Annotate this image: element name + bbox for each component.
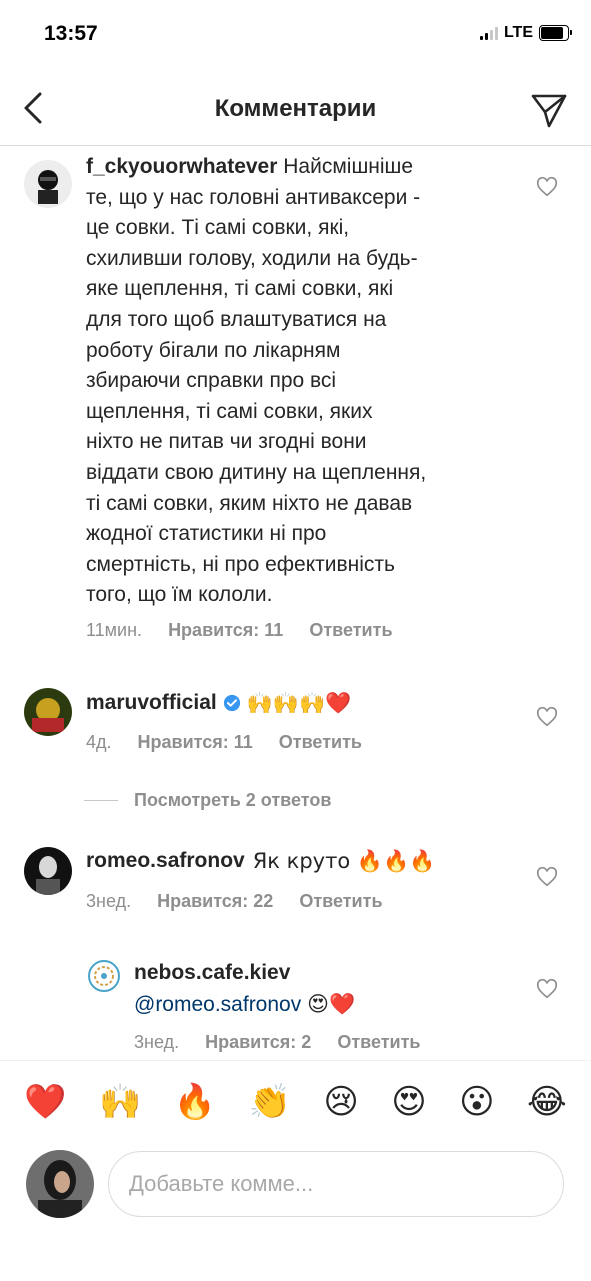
avatar-image: [86, 958, 122, 994]
comment-time: 11мин.: [86, 620, 143, 640]
avatar-image: [24, 688, 72, 736]
battery-icon: [539, 25, 572, 41]
comment-body-line: збираючи справки про всі: [86, 369, 337, 393]
mention-link[interactable]: @romeo.safronov: [134, 993, 301, 1016]
comment-text: maruvofficial 🙌🙌🙌❤️: [86, 688, 516, 719]
view-replies-line: [84, 800, 118, 801]
avatar[interactable]: [24, 688, 72, 736]
like-button[interactable]: [536, 866, 558, 888]
comment-meta: 3нед. Нравится: 22 Ответить: [86, 891, 383, 912]
comment-time: 3нед.: [134, 1032, 180, 1052]
avatar[interactable]: [86, 958, 122, 994]
comment-body-line: смертність, ні про ефективність: [86, 552, 395, 576]
comment-body-line: того, що їм кололи.: [86, 583, 273, 607]
avatar[interactable]: [24, 160, 72, 208]
comment-input-wrapper: [108, 1151, 564, 1217]
emoji-button[interactable]: 😮: [459, 1078, 494, 1126]
my-avatar[interactable]: [26, 1150, 94, 1218]
status-time: 13:57: [44, 22, 98, 45]
comment-body-line: роботу бігали по лікарням: [86, 338, 341, 362]
comment-body-line: те, що у нас головні антиваксери -: [86, 185, 421, 209]
status-indicators: LTE: [479, 24, 572, 42]
emoji-button[interactable]: 😂: [527, 1078, 567, 1126]
like-button[interactable]: [536, 706, 558, 728]
quick-emoji-row: ❤️ 🙌 🔥 👏 😢 😍 😮 😂: [0, 1078, 591, 1126]
comment-body: 🙌🙌🙌❤️: [246, 691, 352, 715]
signal-icon: [479, 26, 498, 40]
heart-icon: [536, 706, 558, 727]
emoji-button[interactable]: 🔥: [174, 1078, 216, 1126]
comment-body-line: це совки. Ті самі совки, які,: [86, 216, 350, 240]
comment-body-line: яке щеплення, ті самі совки, які: [86, 277, 394, 301]
emoji-button[interactable]: 😢: [323, 1078, 358, 1126]
verified-badge-icon: [223, 695, 240, 712]
emoji-button[interactable]: 😍: [391, 1078, 426, 1126]
reply-button[interactable]: Ответить: [337, 1032, 420, 1053]
comment-body-line: для того щоб влаштуватися на: [86, 307, 387, 331]
page-title: Комментарии: [214, 95, 377, 122]
comment-likes[interactable]: Нравится: 11: [138, 732, 253, 753]
avatar-image: [24, 160, 72, 208]
comment-text: f_ckyouorwhatever Найсмішніше те, що у на…: [86, 152, 516, 611]
like-button[interactable]: [536, 978, 558, 1000]
view-replies-button[interactable]: Посмотреть 2 ответов: [84, 790, 331, 811]
comment-likes[interactable]: Нравится: 11: [168, 620, 283, 641]
comment-body-line: віддати свою дитину на щеплення,: [86, 460, 427, 484]
reply-button[interactable]: Ответить: [299, 891, 382, 912]
network-type: LTE: [503, 24, 533, 41]
comment-meta: 4д. Нравится: 11 Ответить: [86, 732, 362, 753]
reply-button[interactable]: Ответить: [309, 620, 392, 641]
comment-body-line: жодної статистики ні про: [86, 522, 327, 546]
comment-time: 4д.: [86, 732, 112, 752]
comment-body: 😍❤️: [307, 991, 356, 1016]
comment-body-line: схиливши голову, ходили на будь-: [86, 246, 418, 270]
emoji-button[interactable]: 🙌: [99, 1078, 141, 1126]
avatar-image: [24, 847, 72, 895]
emoji-button[interactable]: 👏: [249, 1078, 291, 1126]
paper-plane-icon: [531, 94, 567, 128]
comment-input[interactable]: [109, 1152, 563, 1216]
comment-meta: 11мин. Нравится: 11 Ответить: [86, 620, 393, 641]
comment-time: 3нед.: [86, 891, 132, 911]
comment-text: nebos.cafe.kiev @romeo.safronov 😍❤️: [134, 958, 524, 1020]
avatar[interactable]: [24, 847, 72, 895]
comment-body-line: ті самі совки, яким ніхто не давав: [86, 491, 413, 515]
share-button[interactable]: [529, 90, 569, 130]
reply-button[interactable]: Ответить: [279, 732, 362, 753]
heart-icon: [536, 978, 558, 999]
comment-meta: 3нед. Нравится: 2 Ответить: [134, 1032, 421, 1053]
like-button[interactable]: [536, 176, 558, 198]
comment-username[interactable]: f_ckyouorwhatever: [86, 155, 277, 178]
header-divider: [0, 145, 591, 146]
heart-icon: [536, 866, 558, 887]
comment-username[interactable]: maruvofficial: [86, 688, 217, 719]
comment-likes[interactable]: Нравится: 2: [205, 1032, 311, 1053]
emoji-button[interactable]: ❤️: [24, 1078, 66, 1126]
comment-text: romeo.safronov Як круто 🔥🔥🔥: [86, 846, 516, 877]
comment-likes[interactable]: Нравится: 22: [157, 891, 273, 912]
comment-username[interactable]: nebos.cafe.kiev: [134, 961, 290, 984]
comment-body-line: ніхто не питав чи згодні вони: [86, 430, 367, 454]
view-replies-label: Посмотреть 2 ответов: [134, 790, 332, 810]
heart-icon: [536, 176, 558, 197]
avatar-image: [26, 1150, 94, 1218]
comment-username[interactable]: romeo.safronov: [86, 846, 245, 877]
comment-body: Як круто 🔥🔥🔥: [252, 849, 436, 873]
comment-body-line: щеплення, ті самі совки, яких: [86, 399, 373, 423]
comment-body-line: Найсмішніше: [283, 155, 414, 178]
